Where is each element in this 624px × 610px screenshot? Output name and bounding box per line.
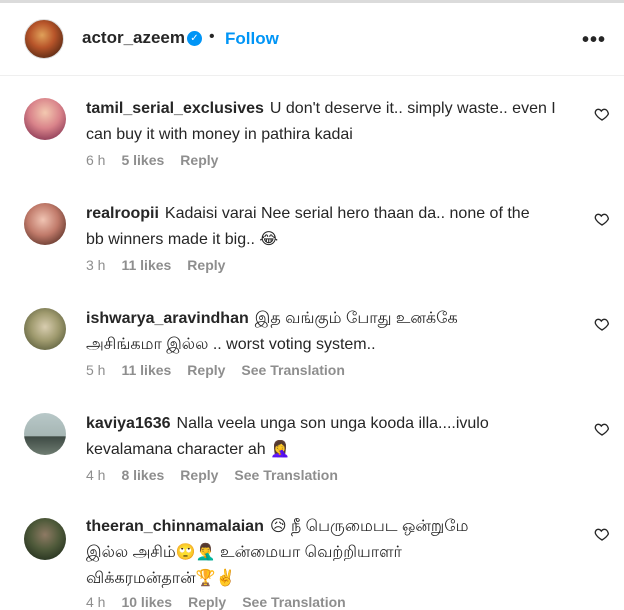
comment-username[interactable]: kaviya1636 xyxy=(86,415,171,432)
reply-button[interactable]: Reply xyxy=(180,467,218,483)
avatar[interactable] xyxy=(24,203,66,245)
heart-icon[interactable] xyxy=(594,106,610,122)
comment-text: விக்கரமன்தான்🏆✌️ xyxy=(86,570,236,587)
separator-dot: • xyxy=(209,28,215,45)
comment-time: 4 h xyxy=(86,467,106,483)
comment-text: bb winners made it big.. 😂 xyxy=(86,231,279,248)
comment-text: Nalla veela unga son unga kooda illa....… xyxy=(176,415,489,432)
verified-badge-icon: ✓ xyxy=(187,31,202,46)
reply-button[interactable]: Reply xyxy=(187,362,225,378)
likes-count[interactable]: 11 likes xyxy=(121,257,171,273)
comment-text: U don't deserve it.. simply waste.. even… xyxy=(269,100,556,117)
comment-meta: 4 h 10 likes Reply See Translation xyxy=(86,594,362,610)
comment-meta: 4 h 8 likes Reply See Translation xyxy=(86,467,354,483)
comment-text: Kadaisi varai Nee serial hero thaan da..… xyxy=(164,205,530,222)
likes-count[interactable]: 10 likes xyxy=(121,594,172,610)
follow-button[interactable]: Follow xyxy=(225,29,279,49)
reply-button[interactable]: Reply xyxy=(180,152,218,168)
see-translation-button[interactable]: See Translation xyxy=(234,467,337,483)
comment-meta: 6 h 5 likes Reply xyxy=(86,152,234,168)
avatar[interactable] xyxy=(24,308,66,350)
heart-icon[interactable] xyxy=(594,421,610,437)
comment-meta: 3 h 11 likes Reply xyxy=(86,257,241,273)
comment-text: kevalamana character ah 🤦‍♀️ xyxy=(86,441,291,458)
comment-username[interactable]: realroopii xyxy=(86,205,159,222)
see-translation-button[interactable]: See Translation xyxy=(241,362,344,378)
heart-icon[interactable] xyxy=(594,211,610,227)
avatar[interactable] xyxy=(24,98,66,140)
comment-username[interactable]: tamil_serial_exclusives xyxy=(86,100,264,117)
avatar[interactable] xyxy=(24,518,66,560)
reply-button[interactable]: Reply xyxy=(188,594,226,610)
post-username[interactable]: actor_azeem xyxy=(82,28,185,48)
comment-text: can buy it with money in pathira kadai xyxy=(86,126,353,143)
reply-button[interactable]: Reply xyxy=(187,257,225,273)
see-translation-button[interactable]: See Translation xyxy=(242,594,345,610)
comment-time: 6 h xyxy=(86,152,106,168)
comment-text: இத வங்கும் போது உனக்கே xyxy=(254,310,458,327)
comment-time: 5 h xyxy=(86,362,106,378)
post-header: actor_azeem ✓ • Follow ••• xyxy=(0,3,624,76)
avatar[interactable] xyxy=(24,19,64,59)
heart-icon[interactable] xyxy=(594,526,610,542)
more-options-icon[interactable]: ••• xyxy=(582,29,606,52)
comment-username[interactable]: ishwarya_aravindhan xyxy=(86,310,249,327)
comment-username[interactable]: theeran_chinnamalaian xyxy=(86,518,264,535)
heart-icon[interactable] xyxy=(594,316,610,332)
comment-text: 😥 நீ பெருமைபட ஒன்றுமே xyxy=(269,518,469,535)
comment-text: அசிங்கமா இல்ல .. worst voting system.. xyxy=(86,336,376,353)
comment-text: இல்ல அசிம்🙄🤦‍♂️ உன்மையா வெற்றியாளர் xyxy=(86,544,402,561)
comment-meta: 5 h 11 likes Reply See Translation xyxy=(86,362,361,378)
avatar[interactable] xyxy=(24,413,66,455)
comment-time: 3 h xyxy=(86,257,106,273)
likes-count[interactable]: 5 likes xyxy=(121,152,164,168)
comment-time: 4 h xyxy=(86,594,106,610)
likes-count[interactable]: 11 likes xyxy=(121,362,171,378)
likes-count[interactable]: 8 likes xyxy=(121,467,164,483)
